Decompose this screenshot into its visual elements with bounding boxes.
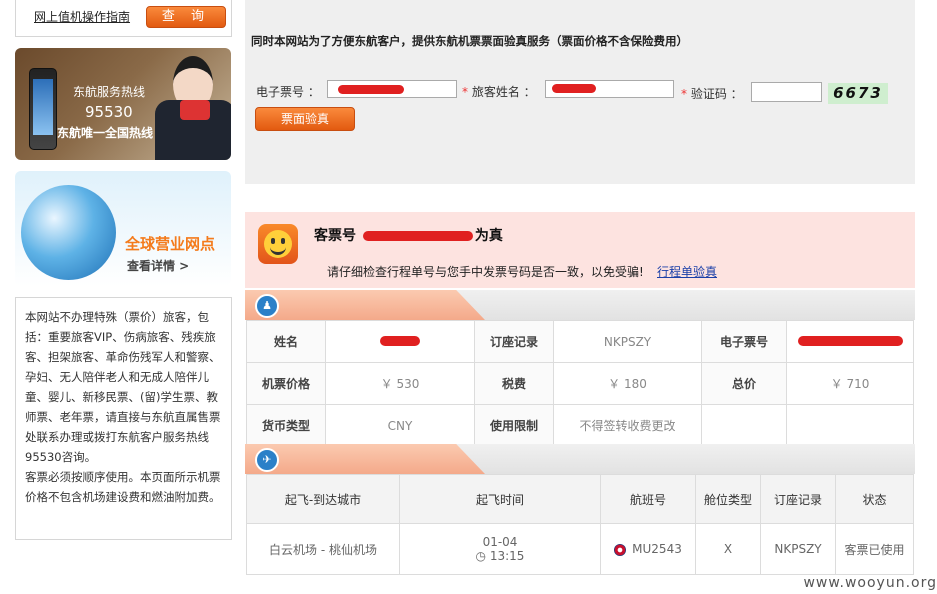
flight-no-header: 航班号 [600, 474, 696, 524]
table-row: 白云机场 - 桃仙机场 01-04 ◷ 13:15 MU2543 X NKPSZ… [246, 523, 914, 575]
query-button[interactable]: 查 询 [146, 6, 226, 28]
empty-cell [701, 404, 787, 447]
departure-date: 01-04 [482, 535, 518, 549]
phone-icon [29, 68, 57, 150]
hotline-subtitle: 东航唯一全国热线 [57, 126, 154, 140]
fare-header: 机票价格 [246, 362, 326, 405]
captcha-label: * 验证码 ： [681, 87, 743, 101]
currency-header: 货币类型 [246, 404, 326, 447]
booking-value: NKPSZY [553, 320, 702, 363]
cabin-value: X [695, 523, 761, 575]
eticket-label: 电子票号 ： [256, 85, 320, 99]
restriction-value: 不得签转收费更改 [553, 404, 702, 447]
hotline-number: 95530 [85, 103, 133, 121]
redaction-mark [552, 84, 596, 93]
view-details-link[interactable]: 查看详情 > [127, 257, 189, 274]
guide-box: 网上值机操作指南 查 询 [15, 0, 232, 37]
departure-time-value: 01-04 ◷ 13:15 [399, 523, 601, 575]
checkin-guide-link[interactable]: 网上值机操作指南 [34, 8, 130, 25]
redaction-mark [338, 85, 404, 94]
empty-cell [786, 404, 914, 447]
verify-ticket-button[interactable]: 票面验真 [255, 107, 355, 131]
name-header: 姓名 [246, 320, 326, 363]
notice-paragraph-2: 客票必须按顺序使用。本页面所示机票价格不包含机场建设费和燃油附加费。 [25, 470, 221, 504]
captcha-input[interactable] [751, 82, 822, 102]
tax-value: ￥ 180 [553, 362, 702, 405]
currency-value: CNY [325, 404, 475, 447]
passenger-icon: ♟ [255, 294, 279, 318]
departure-time: ◷ 13:15 [475, 549, 525, 563]
eticket-input[interactable] [327, 80, 457, 98]
captcha-image[interactable]: 6673 [828, 83, 888, 104]
booking-header: 订座记录 [474, 320, 554, 363]
passenger-section-tab [245, 290, 485, 320]
eticket-value [786, 320, 914, 363]
passenger-table: 姓名 订座记录 NKPSZY 电子票号 机票价格 ￥ 530 税费 ￥ 180 … [246, 320, 914, 447]
booking-record-value: NKPSZY [760, 523, 836, 575]
restriction-header: 使用限制 [474, 404, 554, 447]
notice-paragraph-1: 本网站不办理特殊（票价）旅客，包括：重要旅客VIP、伤病旅客、残疾旅客、担架旅客… [25, 310, 221, 464]
name-value [325, 320, 475, 363]
global-outlets-title: 全球营业网点 [125, 235, 216, 253]
redaction-mark [362, 231, 473, 241]
agent-scarf [180, 100, 210, 120]
booking-record-header: 订座记录 [760, 474, 836, 524]
route-value: 白云机场 - 桃仙机场 [246, 523, 400, 575]
watermark: www.wooyun.org [803, 575, 937, 591]
notice-text: 本网站不办理特殊（票价）旅客，包括：重要旅客VIP、伤病旅客、残疾旅客、担架旅客… [25, 307, 225, 507]
hotline-title: 东航服务热线 [73, 85, 146, 99]
status-value: 客票已使用 [835, 523, 914, 575]
china-eastern-logo-icon [614, 543, 627, 556]
flight-table: 起飞-到达城市 起飞时间 航班号 舱位类型 订座记录 状态 白云机场 - 桃仙机… [246, 474, 914, 575]
flight-section-tab [245, 444, 485, 474]
cabin-header: 舱位类型 [695, 474, 761, 524]
result-hint: 请仔细检查行程单号与您手中发票号码是否一致，以免受骗! [327, 265, 644, 279]
clock-icon: ◷ [475, 549, 487, 563]
total-header: 总价 [701, 362, 787, 405]
flight-no-value: MU2543 [600, 523, 696, 575]
tax-header: 税费 [474, 362, 554, 405]
redaction-mark [797, 335, 903, 346]
globe-icon [21, 185, 116, 280]
fare-value: ￥ 530 [325, 362, 475, 405]
result-title: 客票号 为真 [314, 228, 503, 244]
form-intro: 同时本网站为了方便东航客户，提供东航机票票面验真服务（票面价格不含保险费用） [251, 34, 688, 48]
name-label: * 旅客姓名 ： [462, 85, 536, 99]
eticket-header: 电子票号 [701, 320, 787, 363]
redaction-mark [380, 335, 420, 346]
global-outlets-banner[interactable]: 全球营业网点 查看详情 > [15, 171, 231, 286]
smiley-icon [258, 224, 298, 264]
passenger-name-input[interactable] [545, 80, 674, 98]
itinerary-verify-link[interactable]: 行程单验真 [657, 263, 717, 280]
total-value: ￥ 710 [786, 362, 914, 405]
airplane-icon: ✈ [255, 448, 279, 472]
departure-time-header: 起飞时间 [399, 474, 601, 524]
hotline-banner[interactable]: 东航服务热线 95530 东航唯一全国热线 [15, 48, 231, 160]
route-header: 起飞-到达城市 [246, 474, 400, 524]
notice-box: 本网站不办理特殊（票价）旅客，包括：重要旅客VIP、伤病旅客、残疾旅客、担架旅客… [15, 297, 232, 540]
status-header: 状态 [835, 474, 914, 524]
